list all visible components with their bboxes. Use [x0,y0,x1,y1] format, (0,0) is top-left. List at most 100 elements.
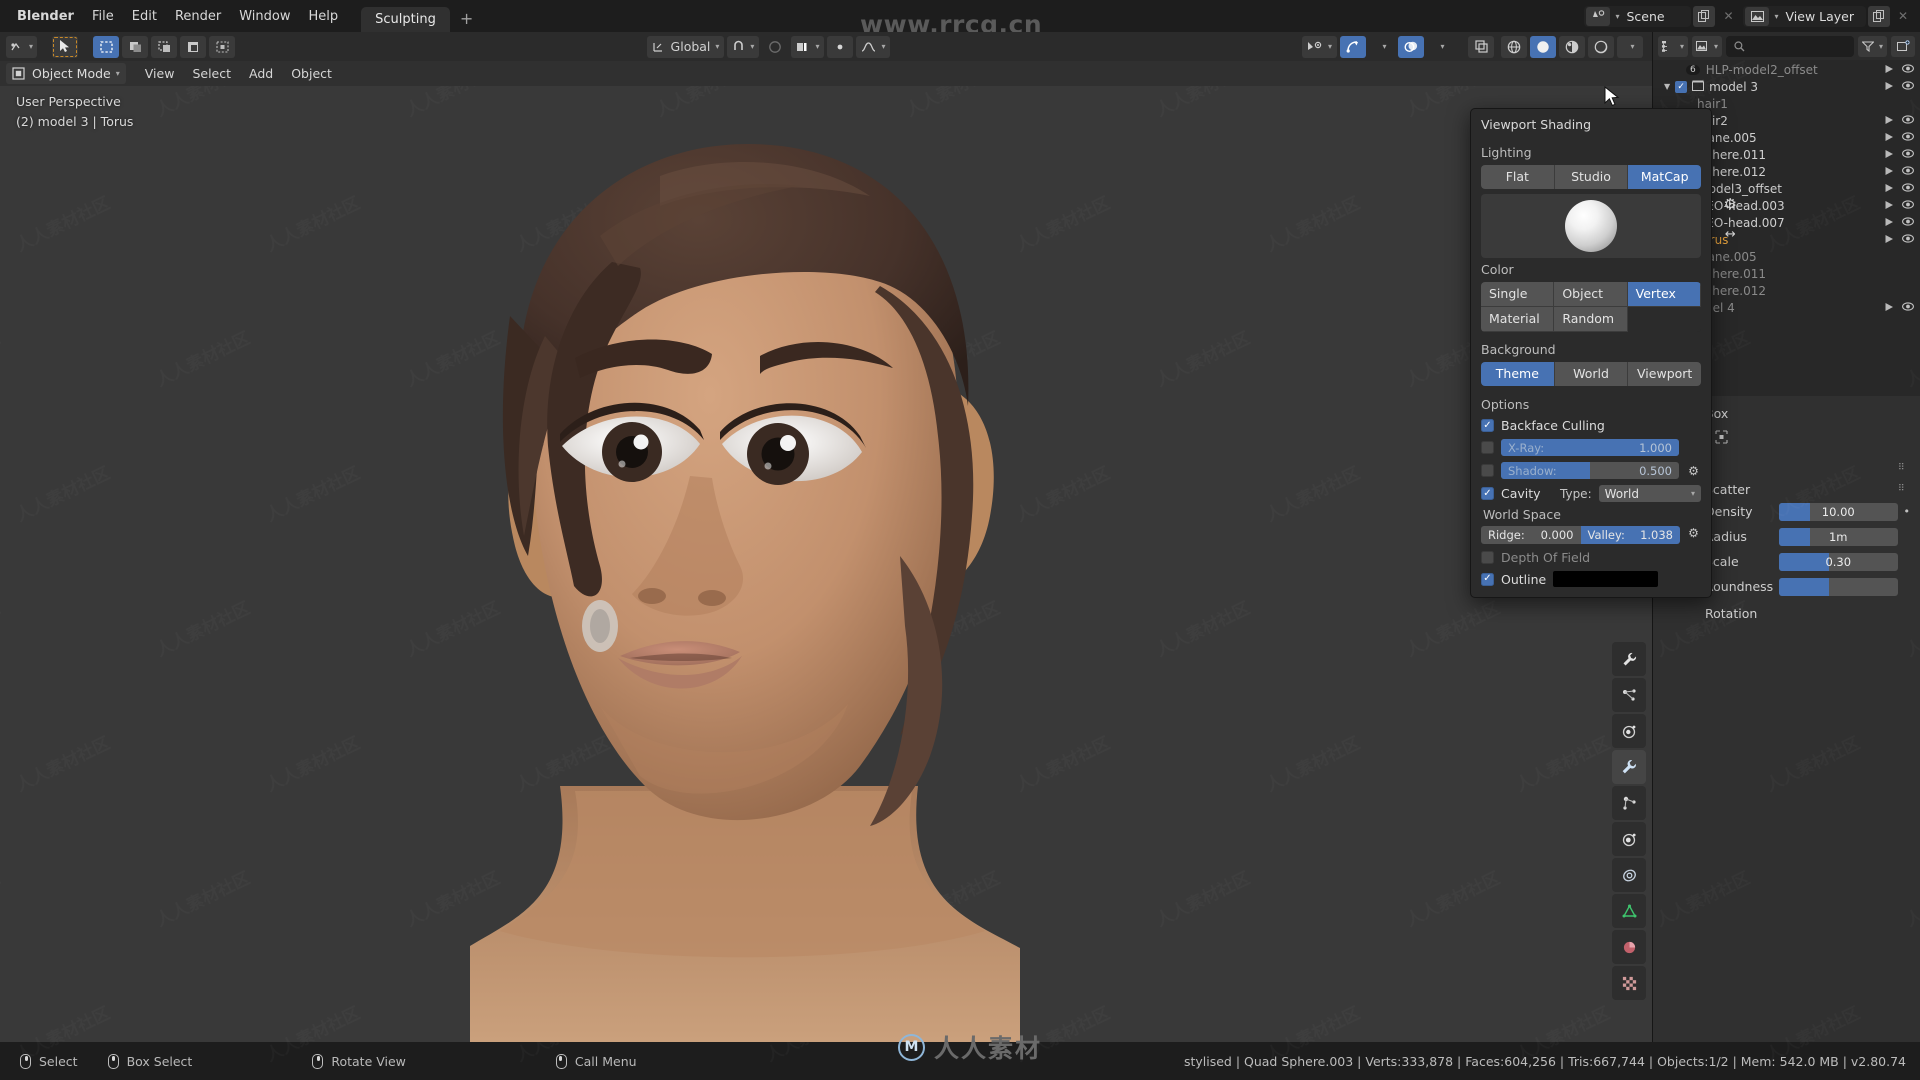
transform-orientation-dropdown[interactable]: Global ▾ [646,35,725,58]
background-option-viewport[interactable]: Viewport [1628,362,1701,386]
eye-visibility-icon[interactable] [1902,148,1914,161]
particles-tool-icon[interactable] [1612,678,1646,712]
xray-checkbox[interactable] [1481,441,1494,454]
data-mesh-icon[interactable] [1612,894,1646,928]
lighting-option-matcap[interactable]: MatCap [1628,165,1701,189]
outline-color-swatch[interactable] [1553,571,1659,587]
material-icon[interactable] [1612,930,1646,964]
roundness-row[interactable]: Roundness • [1705,576,1910,597]
background-option-theme[interactable]: Theme [1481,362,1555,386]
expand-triangle-icon[interactable]: ▼ [1664,82,1670,91]
physics-icon[interactable] [1612,822,1646,856]
id-type-icon[interactable]: ▾ [1692,35,1723,57]
outline-row[interactable]: Outline [1481,571,1701,587]
menu-file[interactable]: File [83,6,123,27]
shadow-settings-gear-icon[interactable]: ⚙ [1686,464,1701,478]
ridge-valley-control[interactable]: Ridge: 0.000 Valley: 1.038 [1481,526,1680,544]
viewlayer-duplicate-button[interactable] [1868,5,1890,27]
shadow-slider[interactable]: Shadow: 0.500 [1501,462,1679,479]
scene-close-button[interactable]: ✕ [1717,6,1739,27]
cavity-type-dropdown[interactable]: World ▾ [1598,485,1701,502]
collection-checkbox[interactable]: ✓ [1675,80,1688,93]
lighting-option-flat[interactable]: Flat [1481,165,1555,189]
density-row[interactable]: Density 10.00 • [1705,501,1910,522]
xray-slider[interactable]: X-Ray: 1.000 [1501,439,1679,456]
render-visibility-icon[interactable] [1884,131,1895,145]
menu-help[interactable]: Help [299,6,347,27]
render-visibility-icon[interactable] [1884,182,1895,196]
scene-duplicate-button[interactable] [1693,5,1716,27]
shading-wireframe-icon[interactable] [1501,35,1527,58]
constraints-icon[interactable] [1612,858,1646,892]
eye-visibility-icon[interactable] [1902,301,1914,314]
menu-edit[interactable]: Edit [123,6,166,27]
new-collection-icon[interactable] [1891,35,1915,57]
eye-visibility-icon[interactable] [1902,182,1914,195]
drag-dots-icon[interactable]: ⠿ [1898,485,1910,494]
lighting-segmented-control[interactable]: Flat Studio MatCap [1481,165,1701,189]
gear-icon[interactable]: ⚙ [1724,195,1737,213]
select-extend-icon[interactable] [122,35,149,58]
eye-visibility-icon[interactable] [1902,114,1914,127]
viewport-menu-select[interactable]: Select [183,64,240,83]
outliner-row[interactable]: 6 HLP-model2_offset [1653,61,1920,78]
backface-culling-checkbox[interactable] [1481,419,1494,432]
viewlayer-close-button[interactable]: ✕ [1892,6,1914,27]
render-visibility-icon[interactable] [1884,216,1895,230]
cavity-row[interactable]: Cavity Type: World ▾ [1481,485,1701,502]
eye-visibility-icon[interactable] [1902,199,1914,212]
radius-row[interactable]: Radius 1m • [1705,526,1910,547]
xray-row[interactable]: X-Ray: 1.000 ⚙ [1481,439,1701,456]
render-visibility-icon[interactable] [1884,165,1895,179]
render-visibility-icon[interactable] [1884,63,1895,77]
wrench-tool-icon[interactable] [1612,642,1646,676]
snapping-dropdown[interactable]: ▾ [727,35,760,58]
radius-slider[interactable]: 1m [1779,527,1898,546]
select-new-icon[interactable] [93,35,120,58]
viewport-menu-view[interactable]: View [136,64,184,83]
shading-material-icon[interactable] [1559,35,1585,58]
bounding-box-icon[interactable] [1709,429,1920,449]
matcap-preview[interactable] [1481,194,1701,258]
overlays-icon[interactable] [1398,35,1424,58]
eye-visibility-icon[interactable] [1902,165,1914,178]
viewport-menu-object[interactable]: Object [282,64,341,83]
eye-visibility-icon[interactable] [1902,80,1914,93]
outliner-display-icon[interactable]: ▾ [1658,35,1689,57]
render-visibility-icon[interactable] [1884,233,1895,247]
eye-visibility-icon[interactable] [1902,216,1914,229]
3d-viewport[interactable]: ▾ Global ▾ ▾ ▾ ▾ ▾ ▾ ▾ ▾ Object Mode ▾ V… [0,32,1652,1042]
pivot-point-dropdown[interactable]: ▾ [791,35,825,58]
proportional-edit-icon[interactable] [827,35,854,58]
physics-tool-icon[interactable] [1612,714,1646,748]
cavity-settings-gear-icon[interactable]: ⚙ [1686,526,1701,540]
color-option-single[interactable]: Single [1481,282,1555,307]
color-option-material[interactable]: Material [1481,307,1555,332]
menu-render[interactable]: Render [166,6,230,27]
cursor-tool-icon[interactable] [52,35,79,58]
flip-arrows-icon[interactable]: ↔ [1725,227,1736,242]
backface-culling-row[interactable]: Backface Culling [1481,418,1701,433]
color-option-vertex[interactable]: Vertex [1627,282,1701,307]
shadow-row[interactable]: Shadow: 0.500 ⚙ [1481,462,1701,479]
shading-rendered-icon[interactable] [1588,35,1614,58]
render-visibility-icon[interactable] [1884,301,1895,315]
depth-of-field-checkbox[interactable] [1481,551,1494,564]
object-visibility-dropdown[interactable]: ▾ [1301,35,1337,58]
particles-icon[interactable] [1612,786,1646,820]
viewport-menu-add[interactable]: Add [240,64,282,83]
background-segmented-control[interactable]: Theme World Viewport [1481,362,1701,386]
render-visibility-icon[interactable] [1884,114,1895,128]
menu-blender[interactable]: Blender [8,6,83,27]
scale-slider[interactable]: 0.30 [1779,552,1898,571]
ridge-field[interactable]: Ridge: 0.000 [1481,526,1581,544]
density-slider[interactable]: 10.00 [1779,502,1898,521]
viewport-shading-popover[interactable]: Viewport Shading Lighting Flat Studio Ma… [1470,108,1737,598]
add-workspace-button[interactable]: + [450,7,483,30]
scene-selector[interactable]: ▾ Scene [1584,5,1692,27]
outliner-search-input[interactable] [1726,35,1854,57]
outliner-row[interactable]: ▼ ✓ model 3 [1653,78,1920,95]
overlays-dropdown-icon[interactable]: ▾ [1427,36,1453,58]
select-subtract-icon[interactable] [151,35,178,58]
render-visibility-icon[interactable] [1884,80,1895,94]
